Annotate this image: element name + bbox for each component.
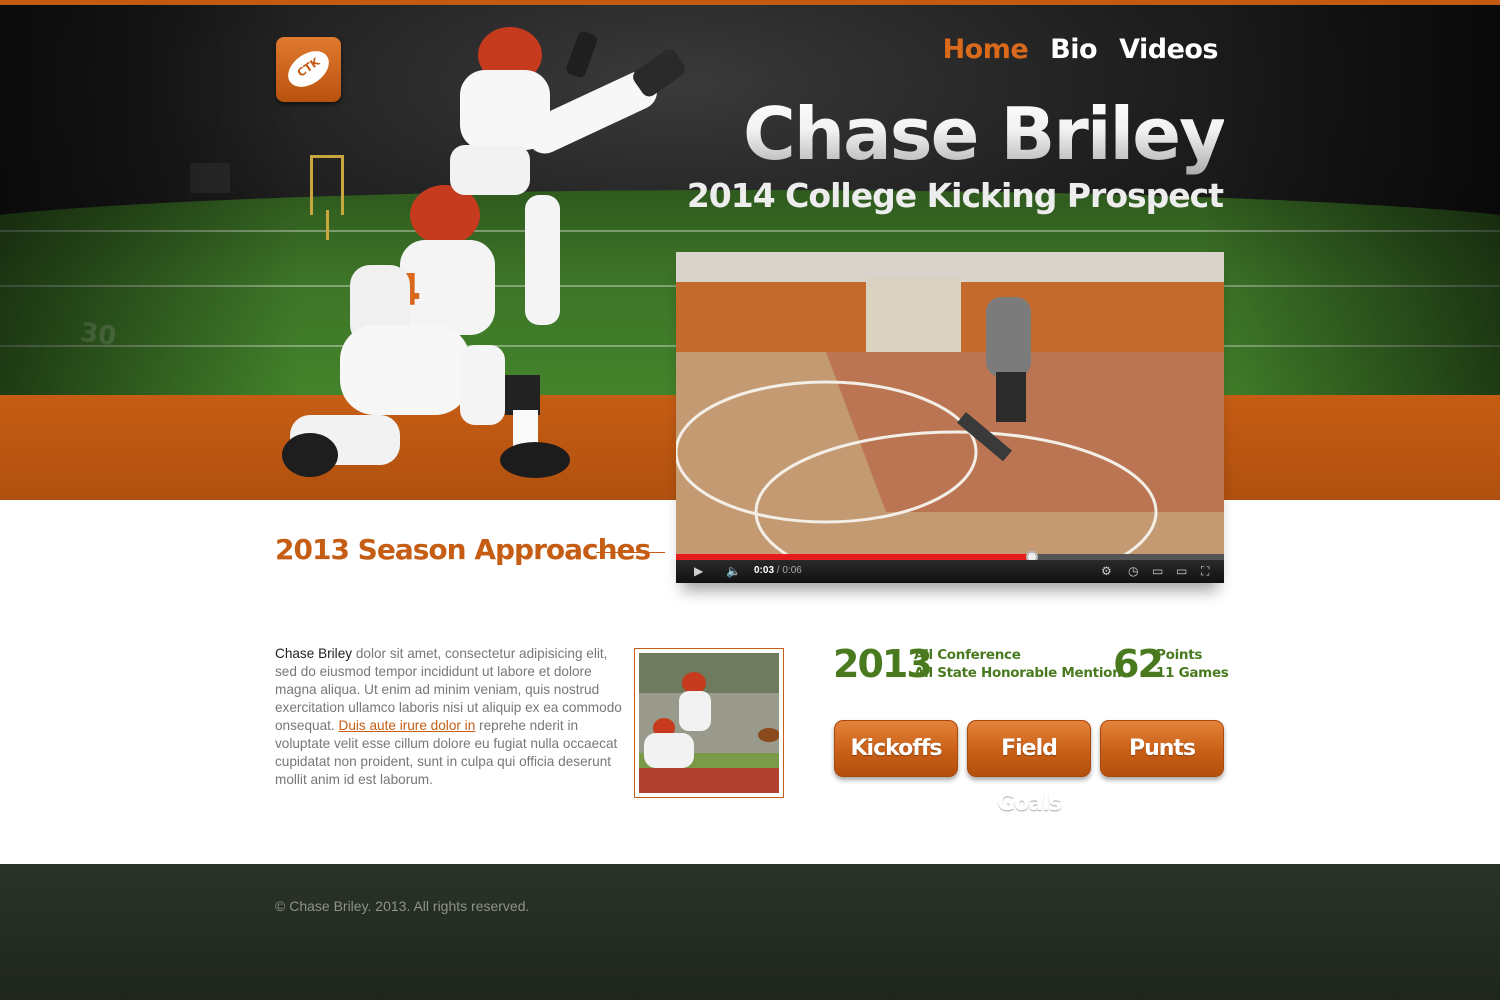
video-frame[interactable] [676,252,1224,555]
article-lead: Chase Briley [275,646,353,661]
video-time: 0:03 / 0:06 [754,565,802,576]
video-player[interactable]: ▶ 🔈 0:03 / 0:06 ⚙ ◷ ▭ ▭ ⛶ [676,252,1224,583]
video-current-time: 0:03 [754,565,775,576]
section-rule [596,552,665,553]
stat-honors: All Conference All State Honorable Menti… [914,646,1122,682]
fullscreen-icon[interactable]: ⛶ [1201,564,1209,578]
stat-points-line: Points [1156,647,1203,663]
main-nav: Home Bio Videos [943,34,1219,65]
kickoffs-button[interactable]: Kickoffs [834,720,958,777]
settings-gear-icon[interactable]: ⚙ [1101,564,1112,578]
field-goals-button[interactable]: Field Goals [967,720,1091,816]
footer-copyright: © Chase Briley. 2013. All rights reserve… [275,898,530,914]
stat-points-value: 62 [1113,642,1164,686]
stat-points-label: Points 11 Games [1156,646,1229,682]
page: 30 CTK 34 [0,0,1500,1000]
page-subtitle: 2014 College Kicking Prospect [686,176,1224,215]
article-link[interactable]: Duis aute irure dolor in [339,718,476,733]
nav-videos[interactable]: Videos [1119,34,1218,65]
stat-honor: All Conference [914,647,1021,663]
kick-photo-thumbnail[interactable] [634,648,784,798]
punts-button[interactable]: Punts [1100,720,1224,777]
kicker-and-holder-image: 34 [282,27,686,478]
article-body: Chase Briley dolor sit amet, consectetur… [275,645,627,789]
kick-photo [639,653,779,793]
footer [0,864,1500,1000]
play-icon[interactable]: ▶ [694,564,703,578]
nav-home[interactable]: Home [943,34,1029,65]
video-duration: 0:06 [782,565,802,576]
page-title: Chase Briley [743,92,1226,176]
volume-icon[interactable]: 🔈 [726,564,741,578]
video-controls: ▶ 🔈 0:03 / 0:06 ⚙ ◷ ▭ ▭ ⛶ [676,560,1224,583]
small-player-icon[interactable]: ▭ [1152,564,1163,578]
stat-honor: All State Honorable Mention [914,665,1122,681]
large-player-icon[interactable]: ▭ [1176,564,1187,578]
nav-bio[interactable]: Bio [1050,34,1097,65]
stat-games-line: 11 Games [1156,665,1229,681]
section-title: 2013 Season Approaches [275,533,651,566]
watch-later-icon[interactable]: ◷ [1128,564,1138,578]
